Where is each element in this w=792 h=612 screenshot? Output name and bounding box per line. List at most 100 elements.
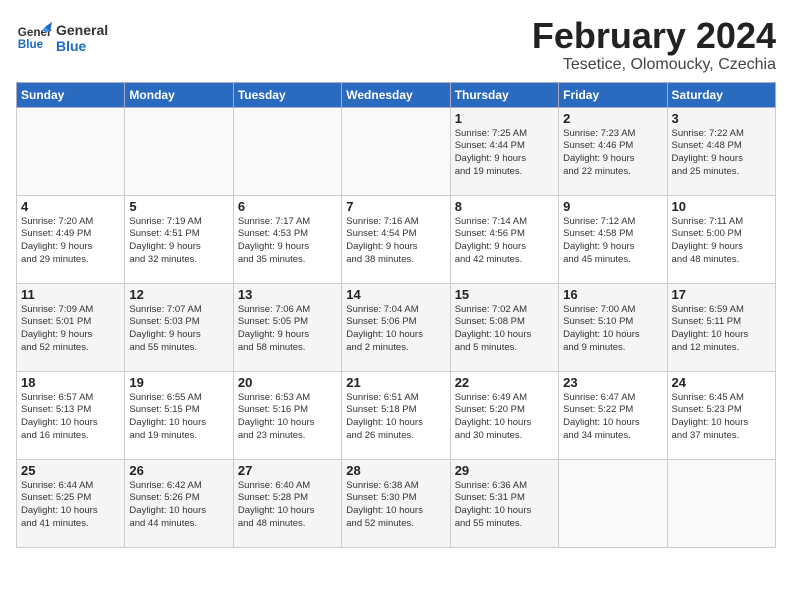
day-info: Sunrise: 7:23 AM Sunset: 4:46 PM Dayligh… [563,128,662,179]
day-number: 4 [21,199,120,214]
day-info: Sunrise: 6:55 AM Sunset: 5:15 PM Dayligh… [129,392,228,443]
calendar-table: SundayMondayTuesdayWednesdayThursdayFrid… [16,82,776,548]
day-number: 19 [129,375,228,390]
day-number: 28 [346,463,445,478]
day-number: 23 [563,375,662,390]
week-row: 4 Sunrise: 7:20 AM Sunset: 4:49 PM Daylig… [17,195,776,283]
day-info: Sunrise: 7:19 AM Sunset: 4:51 PM Dayligh… [129,216,228,267]
day-number: 27 [238,463,337,478]
calendar-cell: 12 Sunrise: 7:07 AM Sunset: 5:03 PM Dayli… [125,283,233,371]
calendar-cell: 9Sunrise: 7:12 AM Sunset: 4:58 PM Daylig… [559,195,667,283]
header-monday: Monday [125,82,233,107]
day-number: 11 [21,287,120,302]
calendar-cell: 23 Sunrise: 6:47 AM Sunset: 5:22 PM Dayli… [559,371,667,459]
day-info: Sunrise: 7:07 AM Sunset: 5:03 PM Dayligh… [129,304,228,355]
calendar-cell: 8 Sunrise: 7:14 AM Sunset: 4:56 PM Daylig… [450,195,558,283]
day-number: 18 [21,375,120,390]
calendar-cell: 17 Sunrise: 6:59 AM Sunset: 5:11 PM Dayli… [667,283,775,371]
day-info: Sunrise: 6:59 AM Sunset: 5:11 PM Dayligh… [672,304,771,355]
header-row: SundayMondayTuesdayWednesdayThursdayFrid… [17,82,776,107]
header-wednesday: Wednesday [342,82,450,107]
day-number: 6 [238,199,337,214]
calendar-cell: 6 Sunrise: 7:17 AM Sunset: 4:53 PM Daylig… [233,195,341,283]
day-number: 17 [672,287,771,302]
day-info: Sunrise: 7:16 AM Sunset: 4:54 PM Dayligh… [346,216,445,267]
calendar-cell: 10 Sunrise: 7:11 AM Sunset: 5:00 PM Dayli… [667,195,775,283]
week-row: 11 Sunrise: 7:09 AM Sunset: 5:01 PM Dayli… [17,283,776,371]
week-row: 1 Sunrise: 7:25 AM Sunset: 4:44 PM Daylig… [17,107,776,195]
calendar-cell: 4 Sunrise: 7:20 AM Sunset: 4:49 PM Daylig… [17,195,125,283]
calendar-cell: 24Sunrise: 6:45 AM Sunset: 5:23 PM Dayli… [667,371,775,459]
day-number: 3 [672,111,771,126]
calendar-cell [559,459,667,547]
calendar-cell: 14Sunrise: 7:04 AM Sunset: 5:06 PM Dayli… [342,283,450,371]
day-info: Sunrise: 7:17 AM Sunset: 4:53 PM Dayligh… [238,216,337,267]
calendar-cell: 11 Sunrise: 7:09 AM Sunset: 5:01 PM Dayli… [17,283,125,371]
day-number: 10 [672,199,771,214]
day-number: 2 [563,111,662,126]
subtitle: Tesetice, Olomoucky, Czechia [532,56,776,74]
logo-icon: General Blue [16,20,52,56]
day-number: 1 [455,111,554,126]
day-info: Sunrise: 6:53 AM Sunset: 5:16 PM Dayligh… [238,392,337,443]
calendar-cell: 25 Sunrise: 6:44 AM Sunset: 5:25 PM Dayli… [17,459,125,547]
month-title: February 2024 [532,16,776,56]
calendar-cell: 18Sunrise: 6:57 AM Sunset: 5:13 PM Dayli… [17,371,125,459]
calendar-cell: 15 Sunrise: 7:02 AM Sunset: 5:08 PM Dayli… [450,283,558,371]
calendar-cell: 5 Sunrise: 7:19 AM Sunset: 4:51 PM Daylig… [125,195,233,283]
calendar-cell [17,107,125,195]
day-info: Sunrise: 6:42 AM Sunset: 5:26 PM Dayligh… [129,480,228,531]
calendar-cell [342,107,450,195]
header-friday: Friday [559,82,667,107]
day-number: 25 [21,463,120,478]
day-info: Sunrise: 7:14 AM Sunset: 4:56 PM Dayligh… [455,216,554,267]
day-info: Sunrise: 7:20 AM Sunset: 4:49 PM Dayligh… [21,216,120,267]
calendar-cell: 28Sunrise: 6:38 AM Sunset: 5:30 PM Dayli… [342,459,450,547]
calendar-cell [233,107,341,195]
day-number: 13 [238,287,337,302]
svg-text:Blue: Blue [18,38,44,51]
calendar-cell: 3 Sunrise: 7:22 AM Sunset: 4:48 PM Daylig… [667,107,775,195]
day-number: 16 [563,287,662,302]
calendar-cell [125,107,233,195]
day-info: Sunrise: 7:02 AM Sunset: 5:08 PM Dayligh… [455,304,554,355]
day-info: Sunrise: 6:40 AM Sunset: 5:28 PM Dayligh… [238,480,337,531]
header-tuesday: Tuesday [233,82,341,107]
day-info: Sunrise: 6:49 AM Sunset: 5:20 PM Dayligh… [455,392,554,443]
calendar-cell: 19 Sunrise: 6:55 AM Sunset: 5:15 PM Dayli… [125,371,233,459]
day-number: 8 [455,199,554,214]
day-number: 29 [455,463,554,478]
day-number: 15 [455,287,554,302]
title-block: February 2024 Tesetice, Olomoucky, Czech… [532,16,776,74]
day-info: Sunrise: 6:51 AM Sunset: 5:18 PM Dayligh… [346,392,445,443]
day-info: Sunrise: 7:25 AM Sunset: 4:44 PM Dayligh… [455,128,554,179]
calendar-cell: 16 Sunrise: 7:00 AM Sunset: 5:10 PM Dayli… [559,283,667,371]
week-row: 18Sunrise: 6:57 AM Sunset: 5:13 PM Dayli… [17,371,776,459]
calendar-cell: 7 Sunrise: 7:16 AM Sunset: 4:54 PM Daylig… [342,195,450,283]
logo-general: General [56,22,108,38]
day-number: 7 [346,199,445,214]
day-info: Sunrise: 7:00 AM Sunset: 5:10 PM Dayligh… [563,304,662,355]
day-info: Sunrise: 6:45 AM Sunset: 5:23 PM Dayligh… [672,392,771,443]
day-number: 5 [129,199,228,214]
calendar-cell: 1 Sunrise: 7:25 AM Sunset: 4:44 PM Daylig… [450,107,558,195]
calendar-cell: 2 Sunrise: 7:23 AM Sunset: 4:46 PM Daylig… [559,107,667,195]
day-number: 14 [346,287,445,302]
week-row: 25 Sunrise: 6:44 AM Sunset: 5:25 PM Dayli… [17,459,776,547]
logo: General Blue General Blue [16,20,108,56]
calendar-cell: 21 Sunrise: 6:51 AM Sunset: 5:18 PM Dayli… [342,371,450,459]
day-info: Sunrise: 7:09 AM Sunset: 5:01 PM Dayligh… [21,304,120,355]
day-info: Sunrise: 6:44 AM Sunset: 5:25 PM Dayligh… [21,480,120,531]
calendar-cell: 22Sunrise: 6:49 AM Sunset: 5:20 PM Dayli… [450,371,558,459]
day-info: Sunrise: 7:12 AM Sunset: 4:58 PM Dayligh… [563,216,662,267]
day-info: Sunrise: 6:47 AM Sunset: 5:22 PM Dayligh… [563,392,662,443]
day-info: Sunrise: 7:11 AM Sunset: 5:00 PM Dayligh… [672,216,771,267]
day-number: 21 [346,375,445,390]
day-number: 26 [129,463,228,478]
page-header: General Blue General Blue February 2024 … [16,16,776,74]
calendar-cell: 20Sunrise: 6:53 AM Sunset: 5:16 PM Dayli… [233,371,341,459]
day-info: Sunrise: 7:22 AM Sunset: 4:48 PM Dayligh… [672,128,771,179]
day-info: Sunrise: 7:06 AM Sunset: 5:05 PM Dayligh… [238,304,337,355]
day-number: 12 [129,287,228,302]
header-thursday: Thursday [450,82,558,107]
